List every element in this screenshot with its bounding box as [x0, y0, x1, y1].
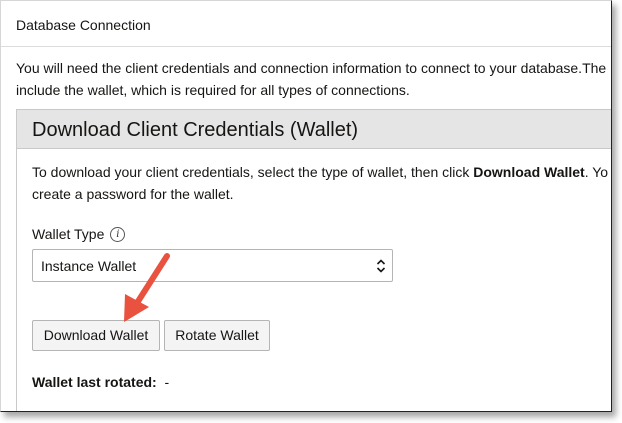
instructions-bold: Download Wallet [473, 164, 585, 180]
rotate-wallet-button[interactable]: Rotate Wallet [164, 320, 270, 351]
wallet-type-label-row: Wallet Type i [32, 226, 126, 242]
info-icon[interactable]: i [110, 226, 126, 242]
instructions-line-1: To download your client credentials, sel… [32, 161, 608, 183]
dialog-header: Database Connection [1, 1, 611, 47]
database-connection-dialog: Database Connection You will need the cl… [0, 0, 612, 412]
wallet-panel-header: Download Client Credentials (Wallet) [17, 110, 611, 149]
last-rotated-label: Wallet last rotated: [32, 374, 157, 390]
last-rotated-value: - [164, 374, 170, 390]
panel-instructions: To download your client credentials, sel… [32, 161, 608, 205]
intro-line-1: You will need the client credentials and… [16, 60, 607, 76]
panel-title: Download Client Credentials (Wallet) [32, 119, 359, 141]
download-wallet-button[interactable]: Download Wallet [32, 320, 160, 351]
intro-line-2: include the wallet, which is required fo… [16, 82, 410, 98]
wallet-last-rotated: Wallet last rotated: - [32, 374, 169, 390]
instructions-line-2: create a password for the wallet. [32, 186, 234, 202]
intro-text: You will need the client credentials and… [16, 57, 611, 101]
wallet-type-select[interactable]: Instance Wallet [32, 249, 393, 282]
wallet-type-label: Wallet Type [32, 226, 105, 242]
instructions-prefix: To download your client credentials, sel… [32, 164, 474, 180]
chevron-up-down-icon [376, 259, 386, 273]
wallet-type-value: Instance Wallet [41, 258, 137, 274]
dialog-title: Database Connection [16, 17, 151, 33]
instructions-suffix: . Yo [584, 164, 609, 180]
wallet-panel: Download Client Credentials (Wallet) To … [16, 109, 611, 411]
